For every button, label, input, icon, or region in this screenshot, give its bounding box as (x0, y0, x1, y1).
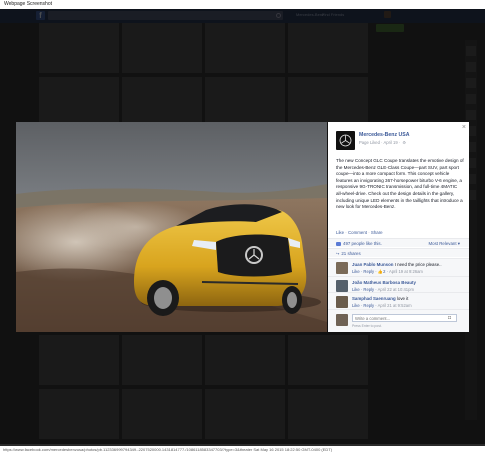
like-link[interactable]: Like (336, 230, 344, 235)
comment-item: Samphad Saenruang love it Like · Reply ·… (328, 292, 469, 309)
close-icon[interactable]: × (462, 124, 466, 131)
avatar[interactable] (336, 280, 348, 292)
comment-link[interactable]: Comment (348, 230, 367, 235)
comment-meta: Like · Reply · April 21 at 9:52am (352, 303, 412, 308)
share-icon: ↪ (336, 251, 340, 256)
post-meta-text: Page Liked · April 19 · (359, 140, 401, 145)
like-icon (336, 241, 341, 246)
comment-author[interactable]: João Matheus Barbosa Beauty (352, 280, 416, 285)
comment-reply-link[interactable]: Reply (363, 269, 374, 274)
comment-composer: ◘ Press Enter to post. (328, 309, 469, 332)
page-avatar[interactable] (336, 131, 355, 150)
comment-author-name[interactable]: João Matheus Barbosa Beauty (352, 280, 416, 285)
comment-author-name[interactable]: Juan Pablo Munson (352, 262, 393, 267)
comment-like-link[interactable]: Like (352, 269, 360, 274)
comment-time[interactable]: April 19 at 9:26am (389, 269, 423, 274)
avatar[interactable] (336, 262, 348, 274)
comment-item: Juan Pablo Munson I need the price pleas… (328, 258, 469, 276)
avatar[interactable] (336, 314, 348, 326)
car-photo-image (16, 122, 327, 332)
comment-like-link[interactable]: Like (352, 303, 360, 308)
post-meta: Page Liked · April 19 · ⚙ (359, 140, 406, 145)
mercedes-logo-icon (339, 134, 352, 147)
comment-text: I need the price please.. (393, 262, 442, 267)
shares-summary: ↪ 21 shares (328, 248, 469, 257)
shares-link[interactable]: 21 shares (341, 251, 360, 256)
comment-input[interactable] (352, 314, 457, 322)
comment-text: love it (395, 296, 409, 301)
theater-photo[interactable] (16, 122, 327, 332)
comment-time[interactable]: April 21 at 9:52am (378, 303, 412, 308)
gear-icon[interactable]: ⚙ (402, 140, 406, 145)
comment-author[interactable]: Samphad Saenruang love it (352, 296, 408, 301)
comment-like-count[interactable]: 2 (383, 269, 385, 274)
comment-reply-link[interactable]: Reply (363, 303, 374, 308)
comment-author[interactable]: Juan Pablo Munson I need the price pleas… (352, 262, 442, 267)
composer-hint: Press Enter to post. (352, 324, 382, 328)
status-bar-url: https://www.facebook.com/mercedesbenzusa… (0, 446, 485, 454)
share-link[interactable]: Share (371, 230, 383, 235)
comment-meta: Like · Reply · 👍2 · April 19 at 9:26am (352, 269, 423, 274)
post-details-panel: × Mercedes-Benz USA Page Liked · April 1… (328, 122, 469, 332)
avatar[interactable] (336, 296, 348, 308)
likes-summary: 497 people like this. Most Relevant ▾ (328, 238, 469, 247)
post-actions: Like · Comment · Share (336, 230, 383, 235)
page-name-link[interactable]: Mercedes-Benz USA (359, 132, 409, 138)
likes-count-link[interactable]: 497 people like this. (343, 241, 382, 246)
comment-author-name[interactable]: Samphad Saenruang (352, 296, 396, 301)
most-relevant-dropdown[interactable]: Most Relevant ▾ (429, 239, 461, 248)
camera-icon[interactable]: ◘ (448, 315, 451, 321)
comment-item: João Matheus Barbosa Beauty Like · Reply… (328, 276, 469, 292)
post-text: The new Concept GLC Coupe translates the… (336, 158, 464, 210)
window-title: Webpage Screenshot (0, 0, 485, 9)
